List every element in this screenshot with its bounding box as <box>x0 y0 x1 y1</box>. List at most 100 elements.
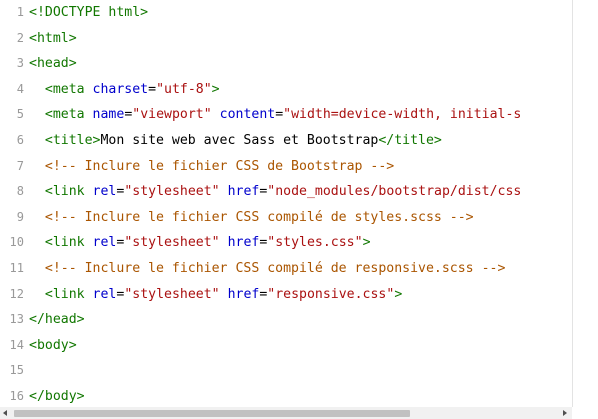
token-tag: <title> <box>44 133 101 148</box>
token-attr: rel <box>92 235 117 251</box>
line-number: 1 <box>16 5 24 19</box>
token-tag: </head> <box>29 312 85 328</box>
token-tag: > <box>211 81 220 97</box>
line-content: <!DOCTYPE html> <box>29 0 148 26</box>
line-number: 5 <box>16 107 24 122</box>
token-str: "viewport" <box>132 107 212 123</box>
line-content: <!-- Inclure le fichier CSS compilé de s… <box>29 205 474 231</box>
line-content: <meta charset="utf-8"> <box>29 77 220 103</box>
line-content: <link rel="stylesheet" href="node_module… <box>29 179 521 205</box>
line-content <box>29 358 45 384</box>
line-number: 11 <box>9 261 24 275</box>
token-tag: <meta <box>44 81 85 97</box>
token-tag: <meta <box>44 107 85 123</box>
code-line[interactable]: 6 <title>Mon site web avec Sass et Boots… <box>0 128 572 154</box>
line-content: <!-- Inclure le fichier CSS compilé de r… <box>29 256 506 282</box>
code-line[interactable]: 2 <html> <box>0 26 572 52</box>
code-line[interactable]: 13 </head> <box>0 307 572 333</box>
scrollbar-thumb[interactable] <box>14 410 410 417</box>
arrow-right-icon[interactable] <box>563 410 567 416</box>
token-attr: charset <box>92 81 149 97</box>
line-content: </body> <box>29 384 85 407</box>
line-number: 9 <box>16 209 24 224</box>
token-tag: <body> <box>29 337 77 353</box>
token-cmt: <!-- Inclure le fichier CSS compilé de r… <box>44 261 506 276</box>
token-attr: rel <box>92 286 117 302</box>
token-plain: Mon site web avec Sass et Bootstrap <box>100 133 379 148</box>
line-number: 14 <box>9 337 24 352</box>
token-tag: <html> <box>29 30 77 46</box>
code-line[interactable]: 14 <body> <box>0 333 572 359</box>
token-tag: <link <box>44 184 85 200</box>
line-number: 4 <box>16 81 24 96</box>
token-tag: <link <box>44 286 85 302</box>
token-tag: </body> <box>29 389 85 404</box>
token-attr: rel <box>92 184 117 200</box>
token-plain: = <box>148 81 157 97</box>
line-number: 2 <box>16 30 24 45</box>
code-line[interactable]: 12 <link rel="stylesheet" href="responsi… <box>0 282 572 308</box>
code-editor[interactable]: 1 <!DOCTYPE html> 2 <html> 3 <head> 4 <meta ch… <box>0 0 598 419</box>
token-attr: href <box>227 235 260 251</box>
code-line[interactable]: 8 <link rel="stylesheet" href="node_modu… <box>0 179 572 205</box>
token-str: "node_modules/bootstrap/dist/css <box>267 184 522 200</box>
code-line[interactable]: 11 <!-- Inclure le fichier CSS compilé d… <box>0 256 572 282</box>
line-content: <head> <box>29 51 77 77</box>
line-number: 16 <box>9 389 24 403</box>
line-number: 8 <box>16 184 24 199</box>
token-tag: </title> <box>378 133 442 148</box>
line-content: <body> <box>29 333 77 359</box>
token-cmt: <!-- Inclure le fichier CSS de Bootstrap… <box>44 158 395 174</box>
code-line[interactable]: 4 <meta charset="utf-8"> <box>0 77 572 103</box>
token-str: "stylesheet" <box>124 286 220 302</box>
line-content: </head> <box>29 307 85 333</box>
horizontal-scrollbar[interactable] <box>0 407 572 419</box>
arrow-left-icon[interactable] <box>3 410 7 416</box>
code-line[interactable]: 5 <meta name="viewport" content="width=d… <box>0 102 572 128</box>
code-line[interactable]: 15 <box>0 358 572 384</box>
code-line[interactable]: 1 <!DOCTYPE html> <box>0 0 572 26</box>
line-number: 15 <box>9 363 24 378</box>
line-content: <!-- Inclure le fichier CSS de Bootstrap… <box>29 154 394 180</box>
line-content: <html> <box>29 26 77 52</box>
code-line[interactable]: 10 <link rel="stylesheet" href="styles.c… <box>0 230 572 256</box>
line-number: 6 <box>16 133 24 147</box>
vertical-scrollbar[interactable] <box>572 0 598 407</box>
code-line[interactable]: 3 <head> <box>0 51 572 77</box>
token-str: "width=device-width, initial-s <box>283 107 522 123</box>
code-line[interactable]: 16 </body> <box>0 384 572 407</box>
code-line[interactable]: 9 <!-- Inclure le fichier CSS compilé de… <box>0 205 572 231</box>
token-cmt: <!-- Inclure le fichier CSS compilé de s… <box>44 209 474 225</box>
code-area[interactable]: 1 <!DOCTYPE html> 2 <html> 3 <head> 4 <meta ch… <box>0 0 572 407</box>
token-tag: > <box>394 286 403 302</box>
code-line[interactable]: 7 <!-- Inclure le fichier CSS de Bootstr… <box>0 154 572 180</box>
line-number: 10 <box>9 235 24 250</box>
line-number: 3 <box>16 56 24 71</box>
token-str: "responsive.css" <box>267 286 395 302</box>
line-content: <link rel="stylesheet" href="styles.css"… <box>29 230 371 256</box>
token-str: "stylesheet" <box>124 235 220 251</box>
token-tag: <!DOCTYPE html> <box>29 5 149 20</box>
token-str: "styles.css" <box>267 235 363 251</box>
token-tag: > <box>362 235 371 251</box>
token-tag: <head> <box>29 56 77 72</box>
token-plain: = <box>275 107 284 123</box>
token-str: "stylesheet" <box>124 184 220 200</box>
